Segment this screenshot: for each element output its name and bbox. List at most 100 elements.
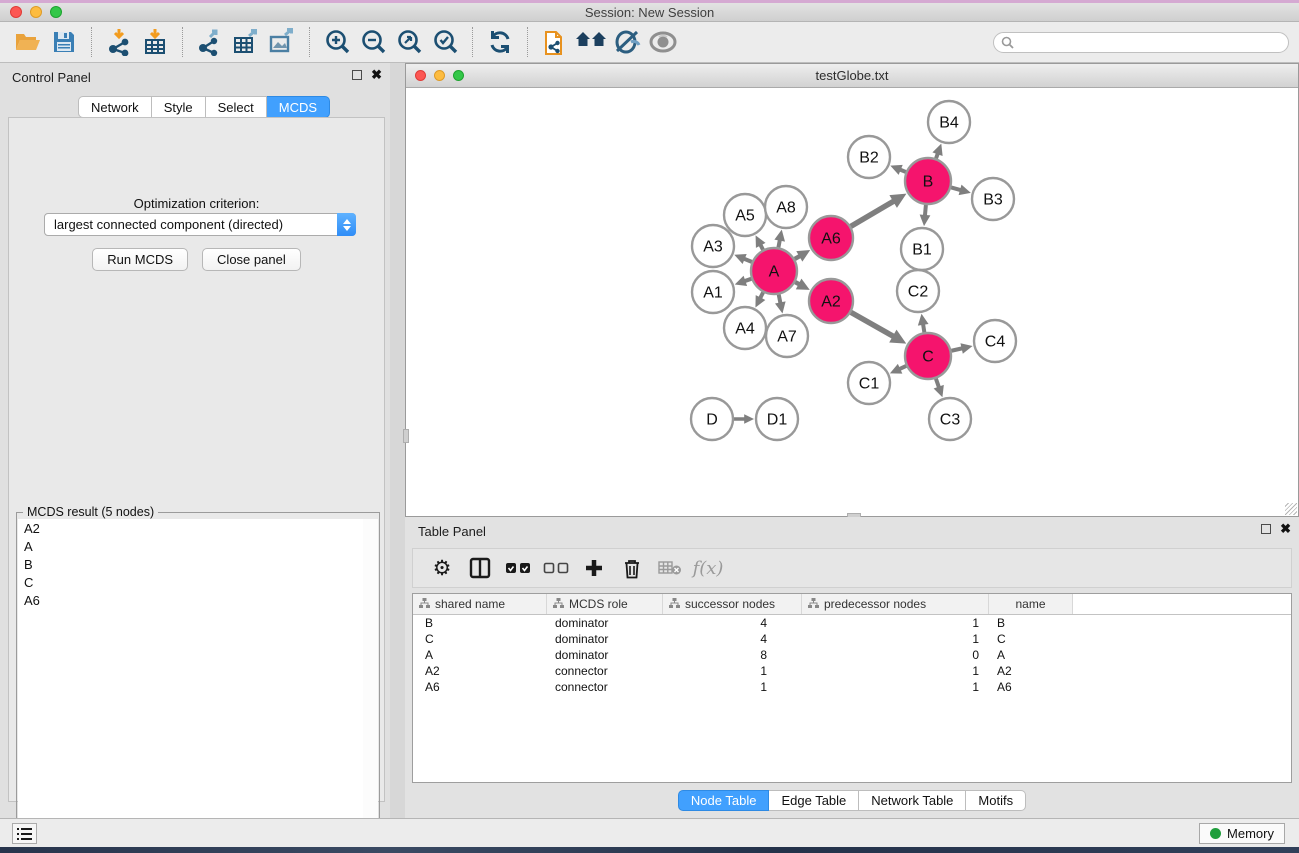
add-column-plus-icon[interactable]	[579, 553, 609, 583]
result-item[interactable]: B	[18, 555, 363, 573]
network-close-button[interactable]	[415, 70, 426, 81]
export-image-icon[interactable]	[266, 26, 298, 58]
edge-A2-C[interactable]	[851, 312, 894, 336]
deselect-all-checks-icon[interactable]	[541, 553, 571, 583]
import-table-icon[interactable]	[139, 26, 171, 58]
export-network-icon[interactable]	[194, 26, 226, 58]
edge-C-C3[interactable]	[936, 379, 939, 388]
edge-A-A4[interactable]	[760, 292, 763, 298]
table-cell: 4	[663, 631, 802, 647]
node-table[interactable]: shared nameMCDS rolesuccessor nodesprede…	[412, 593, 1292, 783]
column-header-MCDS-role[interactable]: MCDS role	[547, 594, 663, 614]
edge-A-A1[interactable]	[744, 279, 751, 281]
save-session-icon[interactable]	[48, 26, 80, 58]
duplicate-network-icon[interactable]	[539, 26, 571, 58]
edge-B-B3[interactable]	[951, 187, 961, 190]
edge-B-B1[interactable]	[925, 205, 926, 216]
column-header-name[interactable]: name	[989, 594, 1073, 614]
edge-C-C4[interactable]	[951, 348, 962, 351]
search-input[interactable]	[993, 32, 1289, 53]
table-row[interactable]: Bdominator41B	[413, 615, 1291, 631]
criterion-dropdown-value: largest connected component (directed)	[45, 217, 337, 232]
toggle-graphics-details-icon[interactable]	[611, 26, 643, 58]
table-settings-gear-icon[interactable]: ⚙	[427, 553, 457, 583]
window-resize-grip[interactable]	[1285, 503, 1297, 515]
tab-network-table[interactable]: Network Table	[859, 790, 966, 811]
column-header-shared-name[interactable]: shared name	[413, 594, 547, 614]
table-tabs: Node TableEdge TableNetwork TableMotifs	[405, 790, 1299, 811]
result-list-scrollbar[interactable]	[363, 519, 378, 852]
tab-network[interactable]: Network	[78, 96, 152, 118]
node-label-A6: A6	[821, 231, 841, 248]
tab-node-table[interactable]: Node Table	[678, 790, 770, 811]
delete-table-icon	[655, 553, 685, 583]
table-row[interactable]: A2connector11A2	[413, 663, 1291, 679]
edge-A-A7[interactable]	[779, 295, 781, 304]
zoom-fit-icon[interactable]	[393, 26, 425, 58]
tab-style[interactable]: Style	[152, 96, 206, 118]
minimize-window-button[interactable]	[30, 6, 42, 18]
network-minimize-button[interactable]	[434, 70, 445, 81]
column-sort-icon	[553, 597, 564, 611]
import-network-icon[interactable]	[103, 26, 135, 58]
task-history-button[interactable]	[12, 823, 37, 844]
tab-select[interactable]: Select	[206, 96, 267, 118]
criterion-dropdown[interactable]: largest connected component (directed)	[44, 213, 356, 236]
memory-button[interactable]: Memory	[1199, 823, 1285, 844]
network-graph[interactable]: AA1A2A3A4A5A6A7A8BB1B2B3B4CC1C2C3C4DD1	[407, 89, 1297, 515]
result-item[interactable]: A	[18, 537, 363, 555]
node-label-A3: A3	[703, 239, 723, 256]
home-icon[interactable]	[575, 26, 607, 58]
mcds-result-list[interactable]: A2ABCA6	[18, 519, 364, 852]
float-table-panel-icon[interactable]	[1261, 524, 1271, 534]
table-row[interactable]: A6connector11A6	[413, 679, 1291, 695]
tab-edge-table[interactable]: Edge Table	[769, 790, 859, 811]
result-item[interactable]: C	[18, 573, 363, 591]
edge-C-C2[interactable]	[923, 324, 924, 332]
window-titlebar[interactable]: Session: New Session	[0, 3, 1299, 22]
node-label-A2: A2	[821, 294, 841, 311]
vertical-scroll-thumb[interactable]	[403, 429, 409, 443]
close-window-button[interactable]	[10, 6, 22, 18]
network-canvas[interactable]: AA1A2A3A4A5A6A7A8BB1B2B3B4CC1C2C3C4DD1	[407, 89, 1297, 515]
node-label-D1: D1	[767, 412, 788, 429]
select-all-checks-icon[interactable]	[503, 553, 533, 583]
tab-motifs[interactable]: Motifs	[966, 790, 1026, 811]
result-item[interactable]: A6	[18, 591, 363, 609]
table-row[interactable]: Cdominator41C	[413, 631, 1291, 647]
refresh-network-icon[interactable]	[484, 26, 516, 58]
open-session-icon[interactable]	[12, 26, 44, 58]
edge-A-A3[interactable]	[744, 259, 752, 262]
table-cell: A	[413, 647, 547, 663]
edge-arrow	[920, 214, 931, 226]
export-table-icon[interactable]	[230, 26, 262, 58]
toolbar-separator	[309, 27, 310, 57]
delete-column-trash-icon[interactable]	[617, 553, 647, 583]
float-panel-icon[interactable]	[352, 70, 362, 80]
run-mcds-button[interactable]: Run MCDS	[92, 248, 188, 271]
table-cell: 0	[802, 647, 989, 663]
zoom-selected-icon[interactable]	[429, 26, 461, 58]
toggle-birdseye-icon[interactable]	[647, 26, 679, 58]
edge-A-A8[interactable]	[778, 240, 779, 248]
edge-C-C1[interactable]	[899, 366, 906, 369]
result-item[interactable]: A2	[18, 519, 363, 537]
column-header-predecessor-nodes[interactable]: predecessor nodes	[802, 594, 989, 614]
network-window-titlebar[interactable]: testGlobe.txt	[406, 64, 1298, 88]
close-panel-icon[interactable]: ✖	[371, 70, 382, 80]
zoom-window-button[interactable]	[50, 6, 62, 18]
table-cell: C	[413, 631, 547, 647]
zoom-out-icon[interactable]	[357, 26, 389, 58]
close-panel-button[interactable]: Close panel	[202, 248, 301, 271]
column-header-successor-nodes[interactable]: successor nodes	[663, 594, 802, 614]
network-zoom-button[interactable]	[453, 70, 464, 81]
tab-mcds[interactable]: MCDS	[267, 96, 330, 118]
node-label-B3: B3	[983, 192, 1003, 209]
table-cell: 1	[663, 679, 802, 695]
close-table-panel-icon[interactable]: ✖	[1280, 524, 1291, 534]
zoom-in-icon[interactable]	[321, 26, 353, 58]
table-row[interactable]: Adominator80A	[413, 647, 1291, 663]
column-selector-icon[interactable]	[465, 553, 495, 583]
edge-A6-B[interactable]	[851, 201, 894, 226]
edge-arrow	[774, 230, 785, 242]
